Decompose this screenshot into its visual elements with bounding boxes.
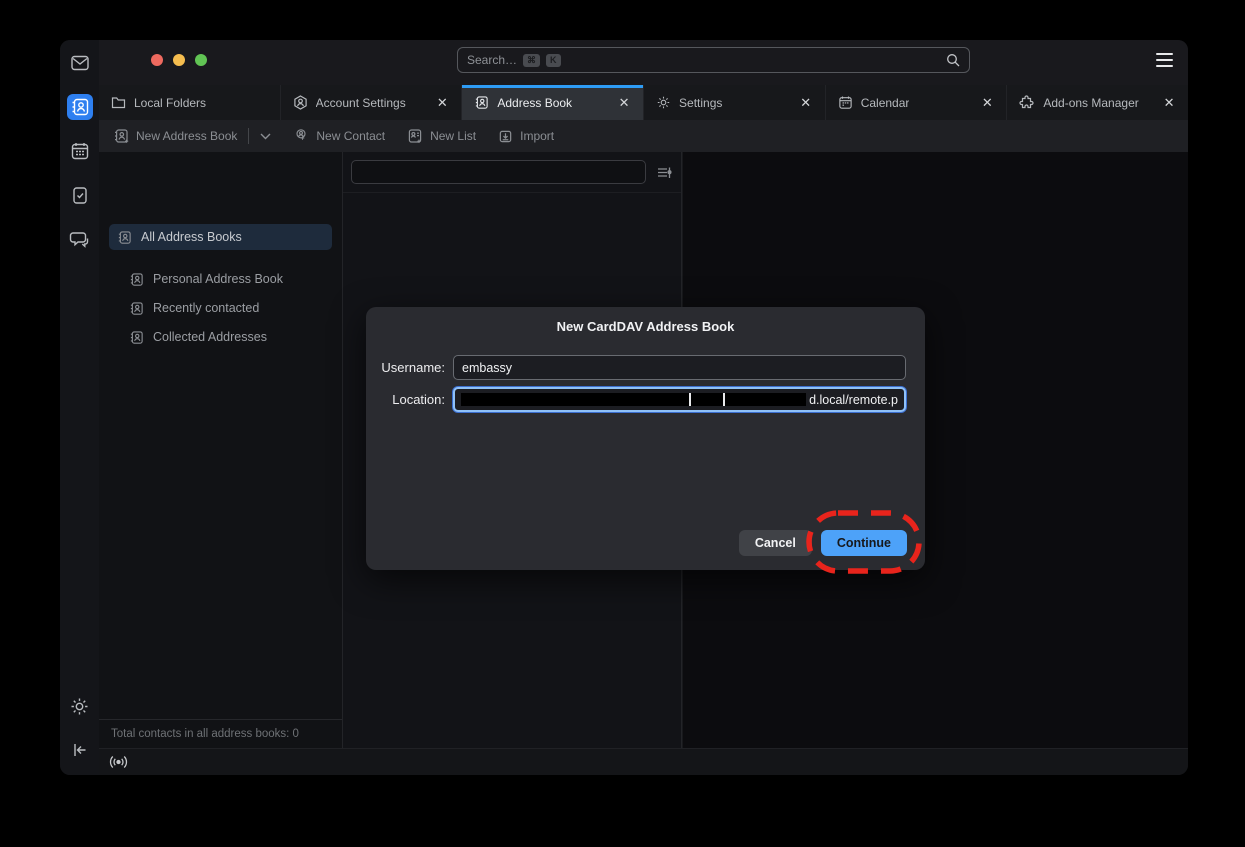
sidebar-item-collected-addresses[interactable]: Collected Addresses — [121, 324, 332, 350]
sidebar-item-personal-address-book[interactable]: Personal Address Book — [121, 266, 332, 292]
mail-space-button[interactable] — [67, 50, 93, 76]
search-placeholder: Search… — [467, 53, 517, 67]
display-options-icon[interactable] — [656, 165, 673, 180]
contacts-list-header — [343, 152, 681, 193]
spaces-toolbar — [60, 40, 99, 775]
collapse-sidebar-icon — [70, 740, 90, 760]
address-book-icon — [129, 272, 144, 287]
global-search-field[interactable]: Search… ⌘ K — [457, 47, 970, 73]
new-carddav-dialog: New CardDAV Address Book Username: Locat… — [366, 307, 925, 570]
address-book-toolbar: New Address Book New Contact New List Im… — [99, 120, 1188, 152]
tab-calendar[interactable]: Calendar ✕ — [826, 85, 1008, 120]
redaction-bar — [461, 393, 806, 406]
broadcast-icon — [109, 755, 128, 769]
tab-account-settings[interactable]: Account Settings ✕ — [281, 85, 463, 120]
status-bar — [99, 748, 1188, 775]
new-list-button[interactable]: New List — [407, 128, 476, 144]
tab-addons-manager[interactable]: Add-ons Manager ✕ — [1007, 85, 1188, 120]
location-row: Location: d.local/remote.p — [366, 387, 925, 412]
chat-space-button[interactable] — [67, 226, 93, 252]
chevron-down-icon[interactable] — [260, 133, 271, 140]
new-contact-button[interactable]: New Contact — [293, 128, 385, 144]
username-field[interactable] — [453, 355, 906, 380]
close-tab-icon[interactable]: ✕ — [980, 95, 994, 111]
settings-gear-icon — [69, 696, 90, 717]
tab-address-book[interactable]: Address Book ✕ — [462, 85, 644, 120]
mail-icon — [69, 52, 91, 74]
new-list-icon — [407, 128, 423, 144]
cancel-button[interactable]: Cancel — [739, 530, 812, 556]
import-icon — [498, 129, 513, 144]
chat-icon — [69, 229, 90, 250]
spacer — [99, 253, 342, 263]
address-book-icon — [129, 330, 144, 345]
new-contact-icon — [293, 128, 309, 144]
account-icon — [293, 95, 308, 110]
address-books-sidebar: All Address Books Personal Address Book … — [99, 152, 342, 748]
close-tab-icon[interactable]: ✕ — [435, 95, 449, 111]
menu-icon — [1156, 53, 1173, 55]
gear-icon — [656, 95, 671, 110]
address-book-icon — [129, 301, 144, 316]
sidebar-item-all-address-books[interactable]: All Address Books — [109, 224, 332, 250]
address-book-icon — [474, 95, 489, 110]
dialog-title: New CardDAV Address Book — [366, 307, 925, 334]
new-address-book-icon — [113, 128, 129, 144]
tasks-icon — [70, 185, 90, 205]
address-book-icon — [70, 97, 90, 117]
tasks-space-button[interactable] — [67, 182, 93, 208]
close-tab-icon[interactable]: ✕ — [799, 95, 813, 111]
calendar-space-button[interactable] — [67, 138, 93, 164]
calendar-icon — [70, 141, 90, 161]
import-button[interactable]: Import — [498, 129, 554, 144]
location-label: Location: — [366, 392, 445, 407]
continue-button[interactable]: Continue — [821, 530, 907, 556]
app-menu-button[interactable] — [1156, 53, 1173, 67]
shortcut-k-badge: K — [546, 54, 561, 67]
folder-icon — [111, 95, 126, 110]
username-label: Username: — [366, 360, 445, 375]
search-icon — [946, 53, 960, 67]
close-tab-icon[interactable]: ✕ — [617, 95, 631, 111]
titlebar: Search… ⌘ K — [99, 40, 1188, 85]
maximize-window-button[interactable] — [195, 54, 207, 66]
tab-settings[interactable]: Settings ✕ — [644, 85, 826, 120]
minimize-window-button[interactable] — [173, 54, 185, 66]
app-window: Search… ⌘ K Local Folders Account Settin… — [60, 40, 1188, 775]
close-window-button[interactable] — [151, 54, 163, 66]
divider — [248, 128, 249, 144]
settings-space-button[interactable] — [67, 693, 93, 719]
close-tab-icon[interactable]: ✕ — [1162, 95, 1176, 111]
total-contacts-status: Total contacts in all address books: 0 — [99, 719, 342, 748]
shortcut-cmd-badge: ⌘ — [523, 54, 540, 67]
puzzle-icon — [1019, 95, 1035, 111]
window-controls — [151, 54, 207, 66]
sidebar-item-recently-contacted[interactable]: Recently contacted — [121, 295, 332, 321]
address-book-icon — [117, 230, 132, 245]
new-address-book-button[interactable]: New Address Book — [113, 128, 271, 144]
calendar-icon — [838, 95, 853, 110]
username-row: Username: — [366, 355, 925, 380]
tab-bar: Local Folders Account Settings ✕ Address… — [99, 85, 1188, 120]
location-field[interactable]: d.local/remote.p — [453, 387, 906, 412]
tab-local-folders[interactable]: Local Folders — [99, 85, 281, 120]
contacts-search-input[interactable] — [351, 160, 646, 184]
location-visible-text: d.local/remote.p — [809, 393, 898, 407]
dialog-buttons: Cancel Continue — [739, 530, 907, 556]
collapse-spaces-button[interactable] — [67, 737, 93, 763]
address-book-space-button[interactable] — [67, 94, 93, 120]
